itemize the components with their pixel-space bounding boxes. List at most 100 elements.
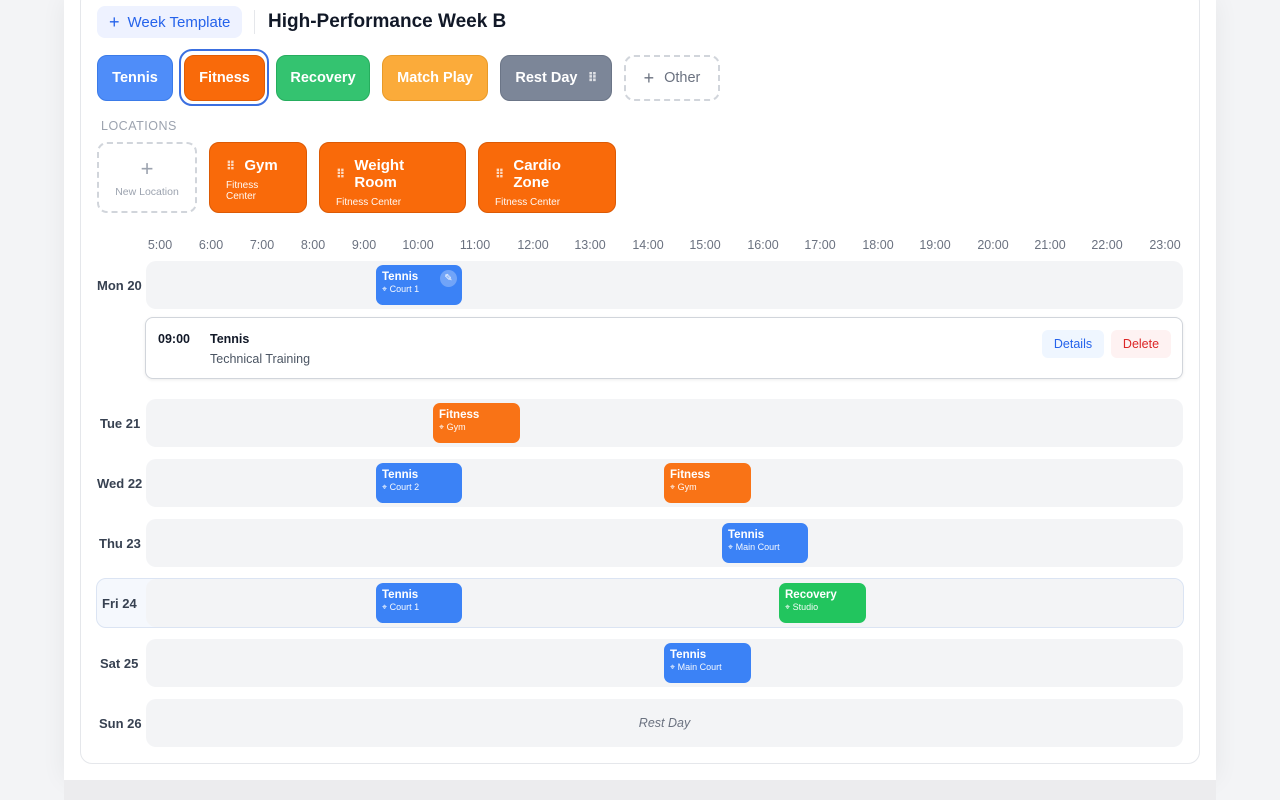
pin-icon: ⌖: [728, 542, 734, 552]
hour-label: 9:00: [351, 238, 377, 252]
rest-day-text: Rest Day: [638, 716, 691, 730]
pencil-icon[interactable]: ✎: [440, 270, 457, 287]
hour-label: 19:00: [919, 238, 951, 252]
drag-handle-icon[interactable]: ⠿: [226, 159, 235, 173]
pin-icon: ⌖: [382, 482, 388, 492]
hour-label: 22:00: [1091, 238, 1123, 252]
detail-type: Tennis: [210, 332, 250, 346]
hour-label: 23:00: [1149, 238, 1181, 252]
hour-label: 5:00: [147, 238, 173, 252]
event-block[interactable]: Fitness ⌖ Gym: [433, 403, 520, 443]
event-location-text: Court 1: [389, 284, 420, 294]
hour-label: 8:00: [300, 238, 326, 252]
type-chip-label: Recovery: [290, 70, 356, 86]
new-location-button[interactable]: + New Location: [97, 142, 197, 213]
hour-label: 12:00: [517, 238, 549, 252]
day-label-wed: Wed 22: [97, 476, 143, 491]
locations-heading: LOCATIONS: [101, 119, 177, 133]
event-title: Fitness: [439, 409, 480, 421]
type-chip-label: Match Play: [397, 70, 473, 86]
week-template-button[interactable]: + Week Template: [97, 6, 242, 38]
event-location-text: Gym: [446, 422, 466, 432]
event-location-text: Court 2: [389, 482, 420, 492]
plus-icon: +: [140, 155, 154, 181]
location-group: Fitness Center: [226, 180, 259, 202]
location-name: Cardio Zone: [513, 157, 561, 191]
hour-label: 13:00: [574, 238, 606, 252]
event-title: Tennis: [670, 649, 707, 661]
type-chip-label: Tennis: [112, 70, 158, 86]
event-location: ⌖ Court 1: [382, 602, 456, 613]
day-label-sun: Sun 26: [99, 716, 142, 731]
event-location-text: Main Court: [677, 662, 722, 672]
event-location: ⌖ Main Court: [728, 542, 802, 553]
type-chip-match-play[interactable]: Match Play: [382, 55, 488, 101]
day-track-fri[interactable]: [146, 579, 1183, 627]
type-chip-other[interactable]: + Other: [624, 55, 720, 101]
event-location: ⌖ Studio: [785, 602, 860, 613]
day-label-mon: Mon 20: [97, 278, 142, 293]
event-location: ⌖ Main Court: [670, 662, 745, 673]
event-block[interactable]: Tennis ⌖ Main Court: [722, 523, 808, 563]
plus-icon: +: [109, 12, 120, 32]
day-track-tue[interactable]: [146, 399, 1183, 447]
day-label-fri: Fri 24: [102, 596, 137, 611]
drag-handle-icon[interactable]: ⠿: [495, 167, 504, 181]
event-block[interactable]: Tennis ⌖ Court 1: [376, 583, 462, 623]
event-block[interactable]: Tennis ⌖ Court 2: [376, 463, 462, 503]
hour-label: 20:00: [977, 238, 1009, 252]
hour-label: 6:00: [198, 238, 224, 252]
location-group: Fitness Center: [336, 197, 402, 208]
hour-label: 14:00: [632, 238, 664, 252]
delete-button[interactable]: Delete: [1111, 330, 1171, 358]
plus-icon: +: [643, 67, 655, 88]
pin-icon: ⌖: [382, 602, 388, 612]
event-location-text: Court 1: [389, 602, 420, 612]
event-detail-panel: 09:00 Tennis Technical Training Details …: [145, 317, 1183, 379]
event-title: Fitness: [670, 469, 711, 481]
event-block[interactable]: Recovery ⌖ Studio: [779, 583, 866, 623]
hour-label: 7:00: [249, 238, 275, 252]
event-location-text: Main Court: [735, 542, 780, 552]
pin-icon: ⌖: [670, 482, 676, 492]
pin-icon: ⌖: [382, 284, 388, 294]
location-card-gym[interactable]: ⠿ Gym Fitness Center: [209, 142, 307, 213]
pin-icon: ⌖: [439, 422, 445, 432]
details-button[interactable]: Details: [1042, 330, 1104, 358]
location-card-weight-room[interactable]: ⠿ Weight Room Fitness Center: [319, 142, 466, 213]
type-chip-tennis[interactable]: Tennis: [97, 55, 173, 101]
day-label-thu: Thu 23: [99, 536, 141, 551]
event-location-text: Studio: [792, 602, 819, 612]
event-block[interactable]: Tennis ⌖ Court 1 ✎: [376, 265, 462, 305]
event-block[interactable]: Fitness ⌖ Gym: [664, 463, 751, 503]
event-block[interactable]: Tennis ⌖ Main Court: [664, 643, 751, 683]
type-chip-label: Rest Day: [515, 70, 578, 86]
day-track-mon[interactable]: [146, 261, 1183, 309]
drag-handle-icon[interactable]: ⠿: [336, 167, 345, 181]
hour-label: 21:00: [1034, 238, 1066, 252]
event-title: Recovery: [785, 589, 837, 601]
type-chip-label: Fitness: [199, 70, 250, 86]
location-name: Weight Room: [354, 157, 405, 191]
header-divider: [254, 10, 255, 34]
event-title: Tennis: [382, 469, 419, 481]
event-title: Tennis: [728, 529, 765, 541]
hour-label: 10:00: [402, 238, 434, 252]
event-title: Tennis: [382, 589, 419, 601]
location-name: Gym: [244, 157, 278, 174]
hour-label: 16:00: [747, 238, 779, 252]
location-card-cardio-zone[interactable]: ⠿ Cardio Zone Fitness Center: [478, 142, 616, 213]
event-location: ⌖ Court 2: [382, 482, 456, 493]
hour-label: 18:00: [862, 238, 894, 252]
drag-handle-icon[interactable]: ⠿: [587, 70, 597, 86]
event-location: ⌖ Gym: [439, 422, 514, 433]
type-chip-rest-day[interactable]: Rest Day ⠿: [500, 55, 612, 101]
type-chip-recovery[interactable]: Recovery: [276, 55, 370, 101]
type-chip-label: Other: [664, 70, 701, 86]
location-group: Fitness Center: [495, 197, 561, 208]
type-chip-fitness[interactable]: Fitness: [184, 55, 265, 101]
day-track-thu[interactable]: [146, 519, 1183, 567]
page-bottom-shade: [64, 780, 1216, 800]
pin-icon: ⌖: [785, 602, 791, 612]
pin-icon: ⌖: [670, 662, 676, 672]
